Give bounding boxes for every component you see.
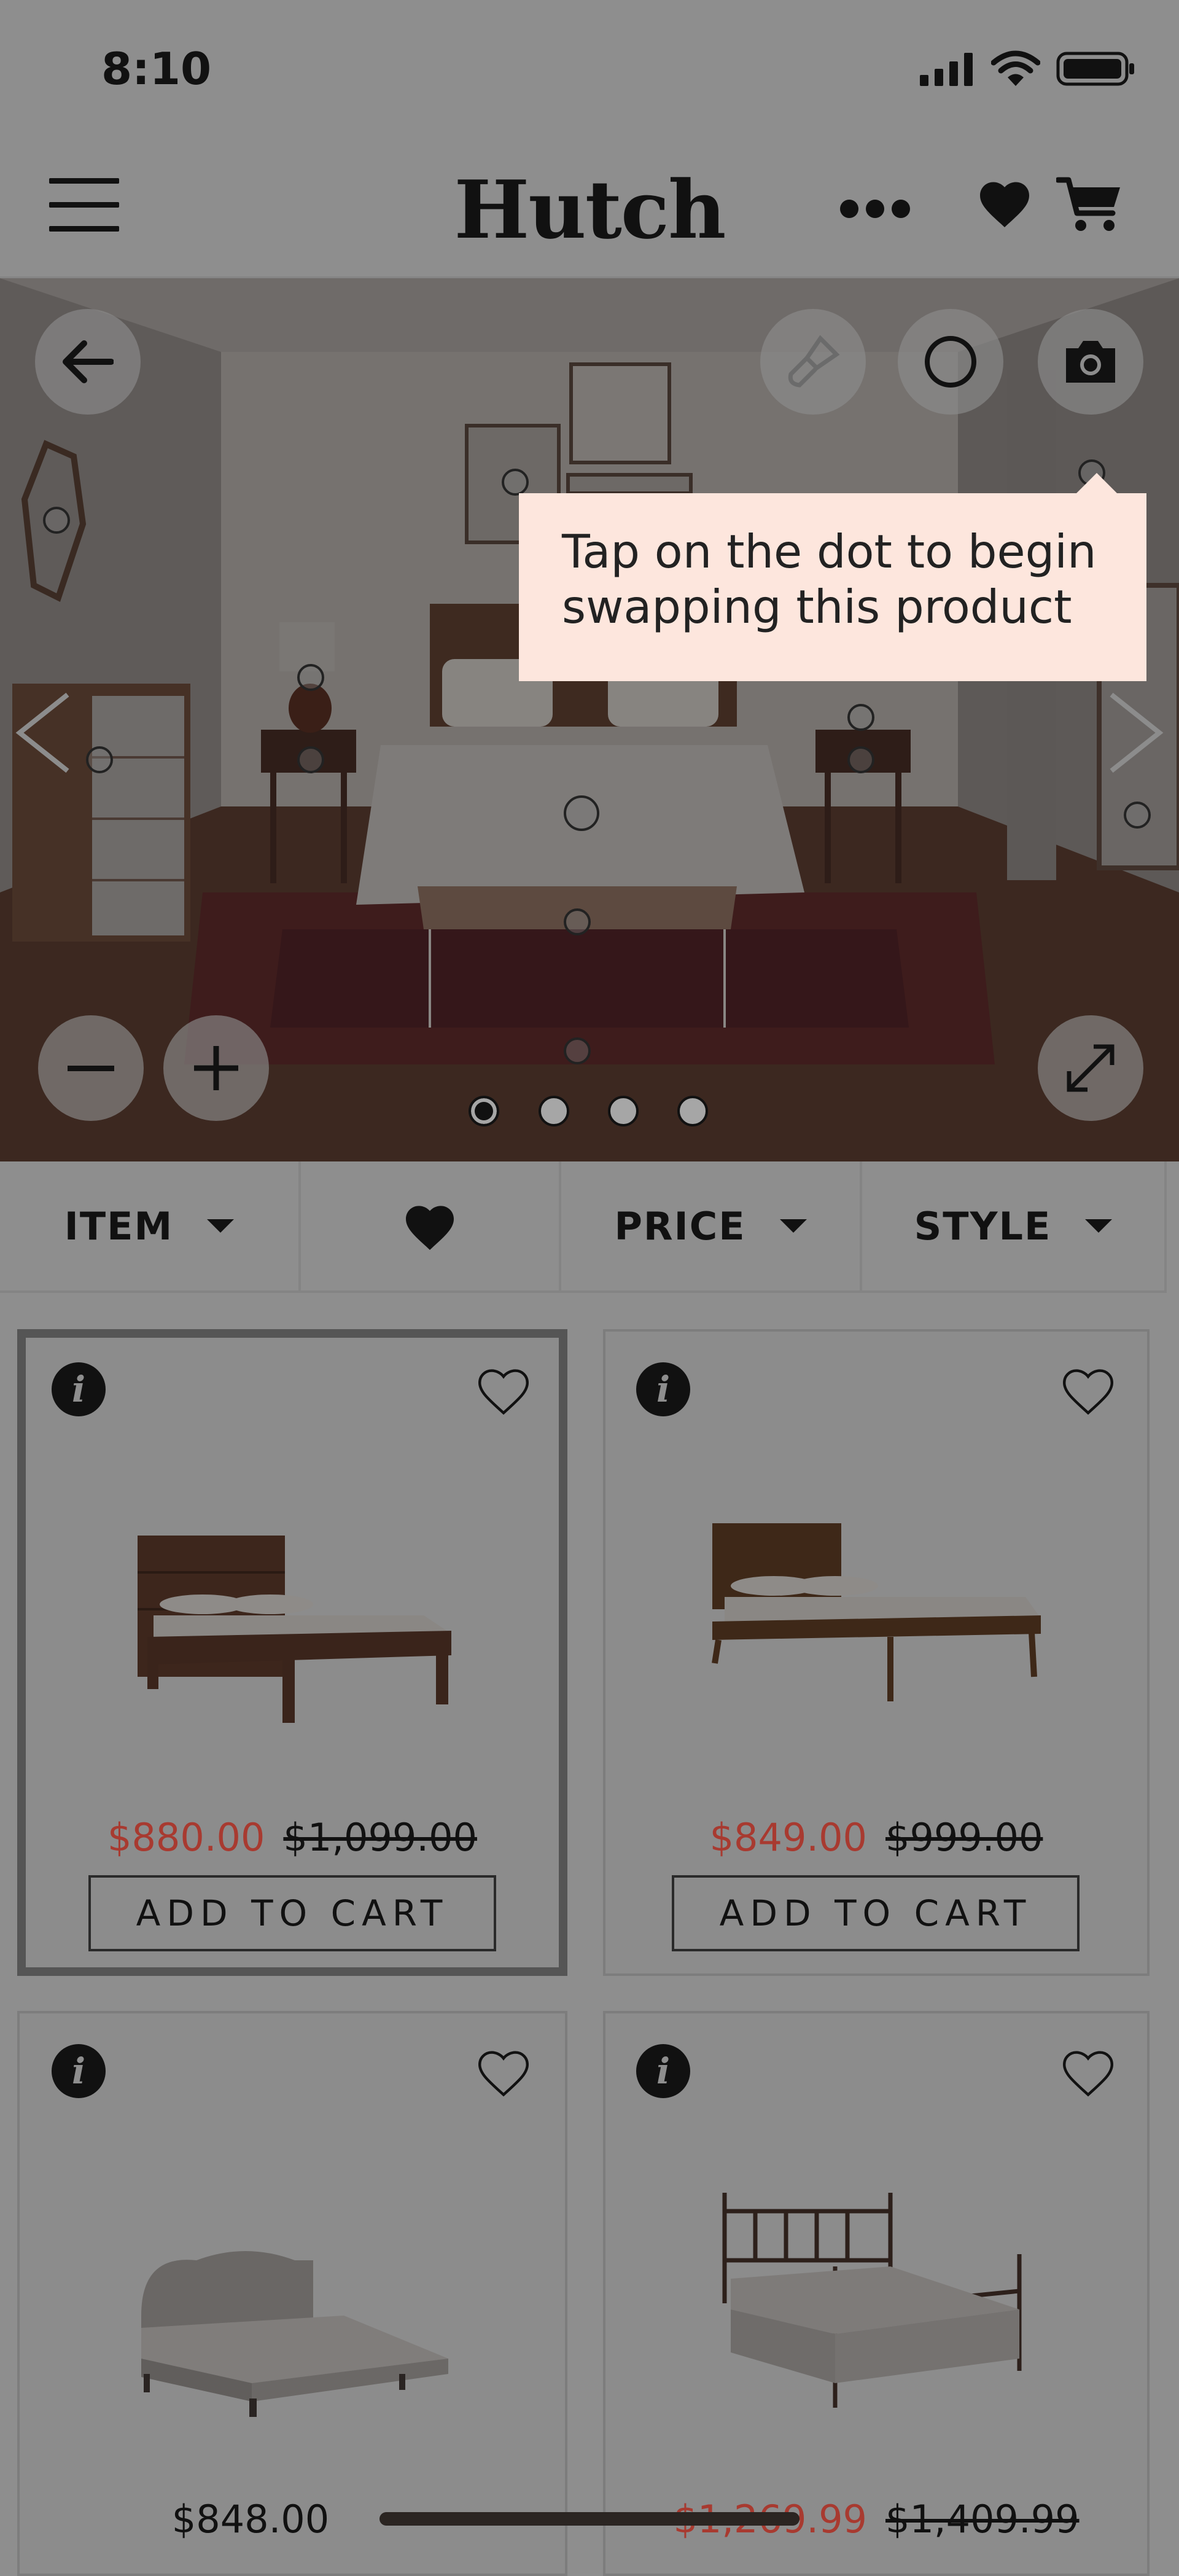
expand-icon (1067, 1044, 1115, 1092)
hotspot-dot[interactable] (847, 746, 874, 773)
filter-item-label: ITEM (64, 1203, 174, 1249)
filter-style[interactable]: STYLE (862, 1161, 1167, 1290)
back-button[interactable] (35, 309, 141, 415)
sale-price: $849.00 (709, 1815, 867, 1860)
hotspot-dot[interactable] (297, 746, 324, 773)
caret-down-icon (207, 1219, 235, 1233)
carousel-dot-2[interactable] (539, 1096, 569, 1126)
carousel-dot-3[interactable] (608, 1096, 639, 1126)
filter-item[interactable]: ITEM (0, 1161, 301, 1290)
product-image-bed-wood (138, 1536, 451, 1723)
hotspot-dot[interactable] (564, 1037, 591, 1064)
wifi-icon (991, 50, 1040, 86)
price-row: $849.00 $999.00 (603, 1815, 1150, 1860)
add-to-cart-button[interactable]: ADD TO CART (672, 1875, 1080, 1951)
room-scene-hero[interactable] (0, 278, 1179, 1161)
hotspot-dot[interactable] (564, 908, 591, 935)
record-button[interactable] (898, 309, 1003, 415)
signal-icon (920, 53, 973, 86)
zoom-in-button[interactable] (163, 1015, 269, 1121)
price: $848.00 (171, 2497, 330, 2542)
heart-icon (406, 1206, 454, 1250)
carousel-dot-1[interactable] (469, 1096, 499, 1126)
fullscreen-button[interactable] (1038, 1015, 1143, 1121)
arrow-left-icon (63, 340, 114, 383)
paintbrush-icon (788, 335, 840, 388)
caret-down-icon (1085, 1219, 1113, 1233)
paint-button[interactable] (760, 309, 866, 415)
info-icon[interactable]: i (52, 1362, 106, 1416)
minus-icon (68, 1065, 114, 1071)
chevron-left-icon[interactable] (12, 690, 74, 776)
original-price: $1,099.00 (283, 1815, 477, 1860)
plus-icon (194, 1046, 238, 1090)
add-to-cart-button[interactable]: ADD TO CART (88, 1875, 496, 1951)
info-icon[interactable]: i (52, 2044, 106, 2098)
hotspot-dot[interactable] (43, 507, 70, 534)
chevron-right-icon[interactable] (1105, 690, 1167, 776)
hotspot-dot[interactable] (1124, 802, 1151, 829)
carousel-dot-4[interactable] (677, 1096, 708, 1126)
status-time: 8:10 (101, 43, 212, 95)
wishlist-heart-icon[interactable] (976, 178, 1033, 227)
filter-style-label: STYLE (914, 1203, 1052, 1249)
status-icons (920, 50, 1136, 87)
heart-outline-icon[interactable] (1059, 1365, 1118, 1416)
cart-icon[interactable] (1056, 175, 1124, 233)
filter-price-label: PRICE (614, 1203, 746, 1249)
tooltip-arrow (1076, 473, 1118, 494)
original-price: $999.00 (885, 1815, 1043, 1860)
filter-price[interactable]: PRICE (561, 1161, 862, 1290)
heart-outline-icon[interactable] (474, 1365, 533, 1416)
hotspot-dot[interactable] (847, 704, 874, 731)
hotspot-dot[interactable] (502, 469, 529, 496)
camera-button[interactable] (1038, 309, 1143, 415)
circle-icon (925, 336, 976, 388)
heart-outline-icon[interactable] (474, 2047, 533, 2098)
filter-favorites[interactable] (301, 1161, 561, 1290)
hotspot-dot[interactable] (86, 746, 113, 773)
price-row: $880.00 $1,099.00 (17, 1815, 567, 1860)
product-image-bed-upholstered (141, 2251, 448, 2417)
product-image-bed-iron (722, 2193, 1022, 2408)
zoom-out-button[interactable] (38, 1015, 144, 1121)
heart-outline-icon[interactable] (1059, 2047, 1118, 2098)
onboarding-tooltip[interactable]: Tap on the dot to begin swapping this pr… (519, 493, 1146, 681)
info-icon[interactable]: i (636, 2044, 690, 2098)
camera-icon (1066, 341, 1115, 383)
hotspot-dot[interactable] (297, 664, 324, 691)
original-price: $1,409.99 (885, 2497, 1080, 2542)
info-icon[interactable]: i (636, 1362, 690, 1416)
caret-down-icon (779, 1219, 807, 1233)
filter-bar: ITEM PRICE STYLE (0, 1161, 1167, 1293)
more-options-icon[interactable] (840, 200, 917, 221)
sale-price: $880.00 (107, 1815, 265, 1860)
battery-icon (1056, 52, 1134, 86)
product-image-bed-walnut (712, 1523, 1041, 1701)
home-indicator[interactable] (379, 2512, 800, 2526)
bedroom-illustration (0, 278, 1179, 1161)
hotspot-dot-active[interactable] (564, 795, 599, 831)
